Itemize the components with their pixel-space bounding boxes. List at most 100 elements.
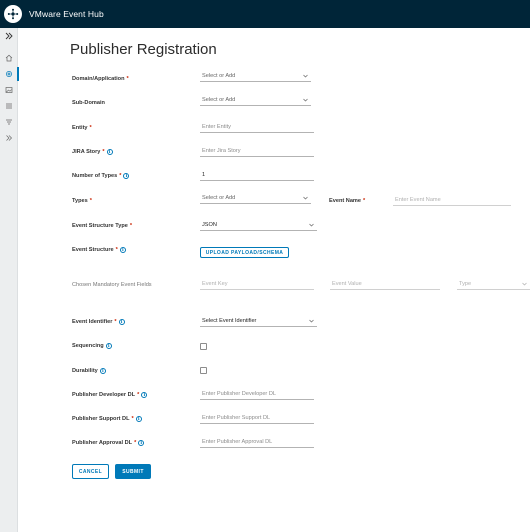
event-value-placeholder: Event Value [332,281,362,287]
required-marker: * [89,125,92,131]
number-of-types-input[interactable]: 1 [200,170,314,181]
info-icon[interactable]: i [106,149,113,155]
sidebar-item-home[interactable] [0,50,18,66]
publisher-support-dl-label-text: Publisher Support DL [72,416,130,422]
publisher-developer-dl-placeholder: Enter Publisher Developer DL [202,391,276,397]
types-select[interactable]: Select or Add [200,193,311,204]
sidebar-item-forward[interactable] [0,130,18,146]
required-marker: * [131,416,134,422]
required-marker: * [89,198,92,204]
info-icon[interactable]: i [119,247,126,253]
info-icon[interactable]: i [123,173,130,179]
sidebar-item-filters[interactable] [0,114,18,130]
publisher-support-dl-label: Publisher Support DL * i [72,416,142,422]
entity-label: Entity * [72,125,92,131]
required-marker: * [114,319,117,325]
sidebar-item-settings[interactable] [0,66,19,82]
types-label: Types * [72,198,92,204]
number-of-types-label: Number of Types * i [72,173,130,179]
info-icon[interactable]: i [99,368,106,374]
publisher-approval-dl-label: Publisher Approval DL * i [72,440,145,446]
sub-domain-label-text: Sub-Domain [72,100,105,106]
list-icon [6,103,12,109]
domain-application-label: Domain/Application * [72,76,129,82]
main-content: Publisher Registration Domain/Applicatio… [18,28,530,532]
publisher-developer-dl-input[interactable]: Enter Publisher Developer DL [200,389,314,400]
info-icon[interactable]: i [105,343,112,349]
left-sidebar [0,28,19,532]
chevron-down-icon [522,282,527,286]
home-icon [5,54,13,62]
jira-story-label-text: JIRA Story [72,149,101,155]
event-identifier-select[interactable]: Select Event Identifier [200,316,317,327]
required-marker: * [115,247,118,253]
cancel-button[interactable]: CANCEL [72,464,109,479]
top-header: VMware Event Hub [0,0,530,28]
page-title: Publisher Registration [70,41,217,58]
event-structure-type-select[interactable]: JSON [200,220,317,231]
sidebar-item-list[interactable] [0,98,18,114]
info-icon[interactable]: i [118,319,125,325]
event-identifier-label-text: Event Identifier [72,319,113,325]
chevron-down-icon [309,223,314,227]
sequencing-label: Sequencing i [72,343,112,349]
event-structure-label-text: Event Structure [72,247,114,253]
forward-icon [6,135,12,141]
event-identifier-label: Event Identifier * i [72,319,125,325]
sidebar-item-images[interactable] [0,82,18,98]
publisher-approval-dl-label-text: Publisher Approval DL [72,440,133,446]
sidebar-expand-button[interactable] [0,28,18,44]
upload-payload-schema-button[interactable]: UPLOAD PAYLOAD/SCHEMA [200,247,289,258]
number-of-types-value: 1 [202,172,206,178]
event-key-input[interactable]: Event Key [200,279,314,290]
info-icon[interactable]: i [141,392,148,398]
mandatory-fields-label-text: Chosen Mandatory Event Fields [72,282,152,288]
durability-checkbox[interactable] [200,367,207,374]
event-name-placeholder: Enter Event Name [395,197,441,203]
app-title: VMware Event Hub [29,9,104,19]
sub-domain-select[interactable]: Select or Add [200,95,311,106]
durability-label: Durability i [72,368,106,374]
event-name-input[interactable]: Enter Event Name [393,195,511,206]
required-marker: * [126,76,129,82]
mandatory-fields-label: Chosen Mandatory Event Fields [72,282,152,288]
sub-domain-label: Sub-Domain [72,100,105,106]
domain-application-label-text: Domain/Application [72,76,125,82]
double-chevron-right-icon [5,32,13,40]
vmware-logo-icon[interactable] [4,5,22,23]
event-structure-type-label-text: Event Structure Type [72,223,128,229]
number-of-types-label-text: Number of Types [72,173,118,179]
event-name-label: Event Name * [329,198,365,204]
types-placeholder: Select or Add [202,195,236,201]
sequencing-label-text: Sequencing [72,343,104,349]
sub-domain-placeholder: Select or Add [202,97,236,103]
jira-story-label: JIRA Story * i [72,149,113,155]
sequencing-checkbox[interactable] [200,343,207,350]
event-value-input[interactable]: Event Value [330,279,440,290]
required-marker: * [134,440,137,446]
gear-icon [6,71,12,77]
publisher-support-dl-input[interactable]: Enter Publisher Support DL [200,413,314,424]
required-marker: * [119,173,122,179]
required-marker: * [129,223,133,229]
domain-application-placeholder: Select or Add [202,73,236,79]
event-structure-label: Event Structure * i [72,247,126,253]
chevron-down-icon [309,319,314,323]
hub-logo-icon [7,8,19,20]
info-icon[interactable]: i [135,416,142,422]
publisher-approval-dl-input[interactable]: Enter Publisher Approval DL [200,437,314,448]
chevron-down-icon [303,196,308,200]
chevron-down-icon [303,98,308,102]
types-label-text: Types [72,198,88,204]
filter-list-icon [6,119,12,125]
event-identifier-value: Select Event Identifier [202,318,257,324]
submit-button[interactable]: SUBMIT [115,464,151,479]
publisher-developer-dl-label-text: Publisher Developer DL [72,392,136,398]
jira-story-placeholder: Enter Jira Story [202,148,241,154]
domain-application-select[interactable]: Select or Add [200,71,311,82]
entity-input[interactable]: Enter Entity [200,122,314,133]
jira-story-input[interactable]: Enter Jira Story [200,146,314,157]
image-icon [5,87,13,93]
type-select[interactable]: Type [457,279,530,290]
info-icon[interactable]: i [138,440,145,446]
